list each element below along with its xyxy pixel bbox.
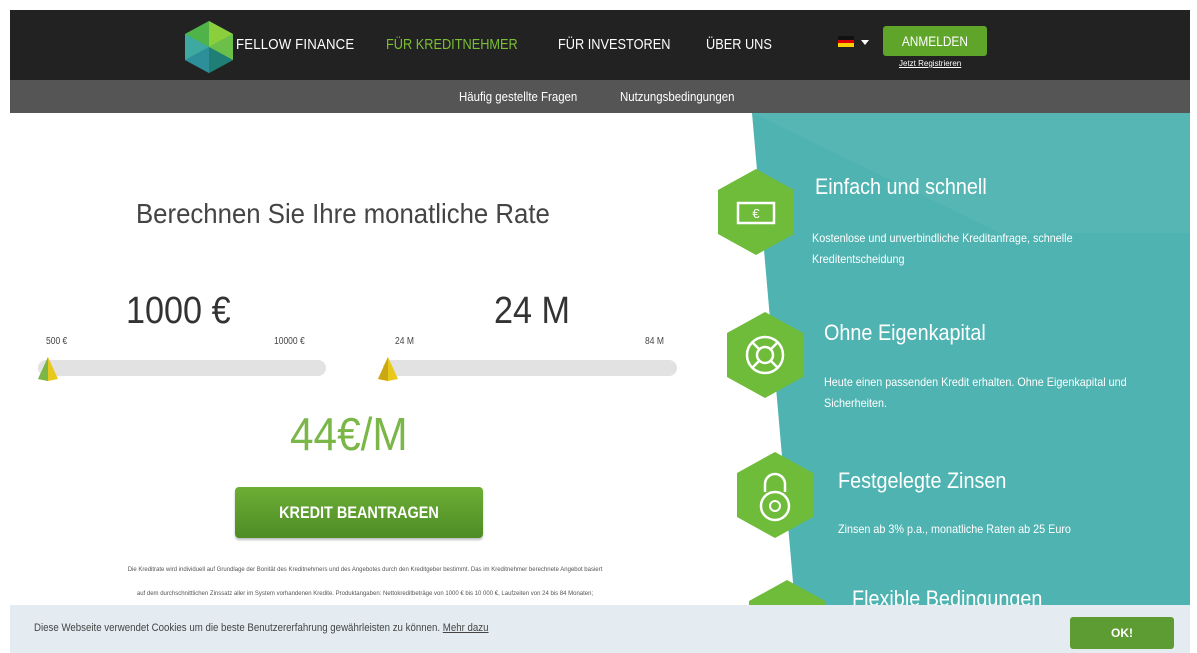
register-link[interactable]: Jetzt Registrieren	[899, 59, 961, 68]
feature-title: Festgelegte Zinsen	[838, 468, 1007, 493]
disclaimer-line: auf dem durchschnittlichen Zinssatz alle…	[136, 591, 594, 597]
term-slider-track[interactable]	[383, 360, 677, 376]
fellow-finance-logo-icon[interactable]	[183, 19, 235, 75]
loan-term-value: 24 M	[494, 290, 571, 332]
feature-text: Kostenlose und unverbindliche Kreditanfr…	[812, 231, 1073, 266]
brand-name[interactable]: FELLOW FINANCE	[236, 36, 354, 53]
padlock-icon	[737, 452, 813, 538]
amount-slider-handle[interactable]	[38, 357, 58, 381]
navbar-background: FELLOW FINANCE FÜR KREDITNEHMER FÜR INVE…	[10, 10, 1190, 80]
feature-text: Zinsen ab 3% p.a., monatliche Raten ab 2…	[838, 522, 1071, 536]
amount-min-label: 500 €	[46, 336, 68, 347]
sub-navbar: Häufig gestellte Fragen Nutzungsbedingun…	[10, 80, 1190, 113]
apply-credit-button[interactable]: KREDIT BEANTRAGEN	[235, 487, 483, 538]
nav-link-investoren[interactable]: FÜR INVESTOREN	[558, 36, 670, 53]
faq-link[interactable]: Häufig gestellte Fragen	[459, 89, 577, 104]
cookie-banner: Diese Webseite verwendet Cookies um die …	[10, 605, 1190, 653]
nav-link-kreditnehmer[interactable]: FÜR KREDITNEHMER	[386, 36, 518, 53]
lifebuoy-icon	[727, 312, 803, 398]
loan-amount-value: 1000 €	[126, 290, 231, 332]
chevron-down-icon[interactable]	[861, 40, 869, 45]
term-max-label: 84 M	[645, 336, 664, 347]
cookie-more-link[interactable]: Mehr dazu	[443, 622, 489, 634]
disclaimer-text: Die Kreditrate wird individuell auf Grun…	[20, 558, 710, 606]
amount-slider-track[interactable]	[38, 360, 326, 376]
cookie-message: Diese Webseite verwendet Cookies um die …	[34, 622, 441, 634]
feature-title: Ohne Eigenkapital	[824, 320, 986, 345]
login-button[interactable]: ANMELDEN	[883, 26, 987, 56]
calculator-title: Berechnen Sie Ihre monatliche Rate	[136, 198, 550, 229]
nav-link-ueber-uns[interactable]: ÜBER UNS	[706, 36, 772, 53]
disclaimer-line: Die Kreditrate wird individuell auf Grun…	[127, 567, 603, 573]
svg-text:€: €	[752, 206, 760, 221]
top-navbar: FELLOW FINANCE FÜR KREDITNEHMER FÜR INVE…	[0, 0, 1197, 80]
money-bill-icon: €	[718, 169, 794, 255]
feature-title: Einfach und schnell	[815, 174, 987, 199]
cookie-ok-button[interactable]: OK!	[1070, 617, 1174, 649]
terms-link[interactable]: Nutzungsbedingungen	[620, 89, 734, 104]
term-min-label: 24 M	[395, 336, 414, 347]
amount-max-label: 10000 €	[274, 336, 305, 347]
cookie-text: Diese Webseite verwendet Cookies um die …	[34, 622, 489, 634]
feature-text: Heute einen passenden Kredit erhalten. O…	[824, 375, 1127, 410]
german-flag-icon[interactable]	[838, 36, 854, 47]
monthly-rate-value: 44€/M	[290, 408, 408, 460]
term-slider-handle[interactable]	[378, 357, 398, 381]
